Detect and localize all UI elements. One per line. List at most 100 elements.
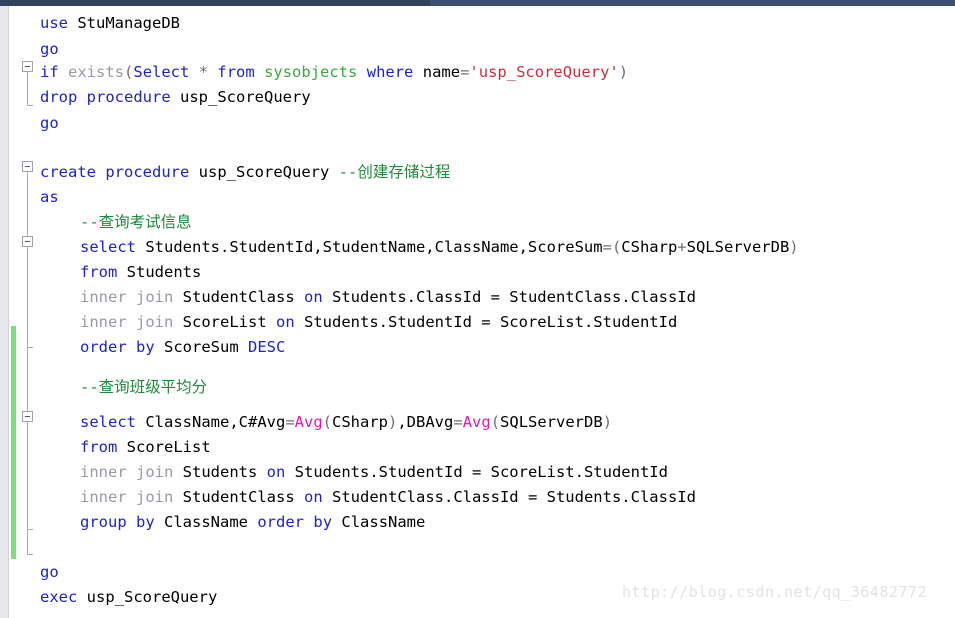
code-token: Select (133, 63, 190, 81)
code-line[interactable]: --查询班级平均分 (80, 378, 207, 396)
fold-toggle-create-procedure-icon[interactable] (22, 161, 33, 172)
code-token: ) (618, 63, 629, 81)
window-left-edge (0, 6, 9, 618)
code-token: usp_ScoreQuery (77, 588, 218, 606)
code-line[interactable]: inner join ScoreList on Students.Student… (80, 313, 677, 331)
code-token: SQLServerDB (686, 238, 790, 256)
code-line[interactable]: use StuManageDB (40, 14, 180, 32)
code-token: usp_ScoreQuery (189, 163, 339, 181)
code-token: Students (117, 263, 202, 281)
fold-toggle-select-block-icon[interactable] (22, 236, 33, 247)
code-token: * (198, 63, 209, 81)
code-token: ,DBAvg (397, 413, 454, 431)
code-token: Students.StudentId,StudentName,ClassName… (136, 238, 603, 256)
code-token: order (257, 513, 305, 531)
code-line[interactable]: inner join StudentClass on StudentClass.… (80, 488, 696, 506)
code-token: name (413, 63, 461, 81)
code-line[interactable]: go (40, 114, 59, 132)
code-token: on (276, 313, 295, 331)
code-token: inner (80, 463, 127, 481)
code-token: use (40, 14, 68, 32)
code-token: ScoreList (117, 438, 211, 456)
fold-toggle-if-exists-icon[interactable] (22, 61, 33, 72)
code-line[interactable] (40, 538, 49, 556)
fold-guide-line (27, 72, 28, 105)
code-line[interactable] (40, 139, 49, 157)
fold-guide-foot (27, 347, 33, 348)
code-line[interactable]: inner join Students on Students.StudentI… (80, 463, 668, 481)
code-line[interactable]: go (40, 40, 59, 58)
code-line[interactable]: drop procedure usp_ScoreQuery (40, 88, 311, 106)
code-token: Students.StudentId = ScoreList.StudentId (285, 463, 668, 481)
sql-editor-window: use StuManageDB go if exists(Select * from… (0, 0, 955, 618)
code-line[interactable]: group by ClassName order by ClassName (80, 513, 425, 531)
code-text-area[interactable]: use StuManageDB go if exists(Select * from… (40, 6, 955, 618)
code-token: ( (611, 238, 622, 256)
code-token: exec (40, 588, 78, 606)
fold-guide-foot (27, 529, 33, 530)
outlining-gutter (18, 6, 40, 618)
code-token: ClassName (154, 513, 258, 531)
code-token: group (80, 513, 127, 531)
code-token: ( (490, 413, 501, 431)
code-line[interactable]: inner join StudentClass on Students.Clas… (80, 288, 696, 306)
code-line[interactable]: order by ScoreSum DESC (80, 338, 285, 356)
code-line[interactable]: from Students (80, 263, 201, 281)
code-token: ScoreList (173, 313, 276, 331)
code-token: by (136, 513, 155, 531)
code-line[interactable]: select ClassName,C#Avg=Avg(CSharp),DBAvg… (80, 413, 612, 431)
code-line[interactable]: go (40, 563, 59, 581)
code-token: where (366, 63, 414, 81)
code-line[interactable]: --查询考试信息 (80, 213, 192, 231)
watermark-url: http://blog.csdn.net/qq_36482772 (622, 583, 927, 601)
code-token: ( (322, 413, 332, 431)
code-token: StudentClass.ClassId = Students.ClassId (322, 488, 696, 506)
code-token: Avg (294, 413, 323, 431)
code-token: StuManageDB (68, 14, 180, 32)
code-token: ScoreSum (154, 338, 249, 356)
code-line[interactable]: create procedure usp_ScoreQuery --创建存储过程 (40, 163, 450, 181)
code-token: usp_ScoreQuery (170, 88, 311, 106)
fold-guide-foot (27, 105, 33, 106)
code-token: StudentClass (173, 488, 304, 506)
code-token: select (80, 238, 136, 256)
code-token: Students (173, 463, 267, 481)
code-token: on (304, 288, 323, 306)
fold-guide-line (27, 422, 28, 529)
code-token: ) (388, 413, 398, 431)
code-token: = (285, 413, 295, 431)
code-token: join (136, 463, 174, 481)
code-token: --查询班级平均分 (80, 378, 208, 396)
code-line[interactable]: select Students.StudentId,StudentName,Cl… (80, 238, 799, 256)
code-token: ( (124, 63, 134, 81)
code-token: procedure (105, 163, 190, 181)
code-line[interactable]: from ScoreList (80, 438, 211, 456)
code-token: from (80, 438, 118, 456)
code-token: CSharp (621, 238, 678, 256)
code-token: as (40, 188, 59, 206)
code-token: inner (80, 488, 127, 506)
code-line[interactable]: exec usp_ScoreQuery (40, 588, 217, 606)
code-token: select (80, 413, 136, 431)
code-line[interactable]: as (40, 188, 59, 206)
fold-toggle-select-avg-block-icon[interactable] (22, 411, 33, 422)
code-token: on (304, 488, 323, 506)
code-token: inner (80, 313, 127, 331)
code-token: exists (68, 63, 125, 81)
code-token: + (677, 238, 687, 256)
code-token: = (453, 413, 463, 431)
code-token: order (80, 338, 127, 356)
code-token: --创建存储过程 (338, 163, 451, 181)
code-token: ) (602, 413, 613, 431)
code-token: inner (80, 288, 127, 306)
code-line[interactable]: if exists(Select * from sysobjects where… (40, 63, 628, 81)
code-token: CSharp (332, 413, 388, 431)
code-token: ClassName,C#Avg (136, 413, 286, 431)
code-token: create (40, 163, 96, 181)
